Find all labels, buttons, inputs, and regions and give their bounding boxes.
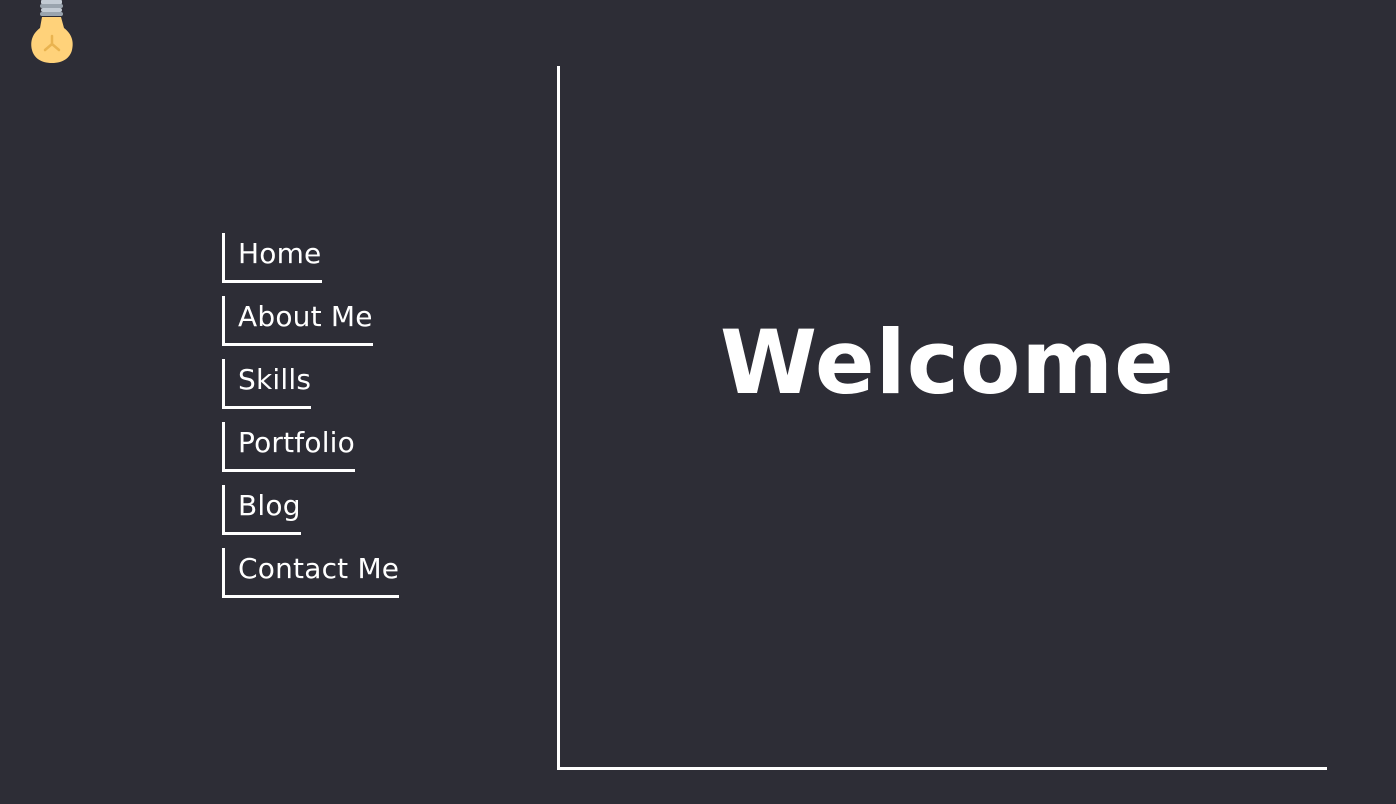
nav-link-portfolio[interactable]: Portfolio xyxy=(222,422,355,472)
content-frame xyxy=(557,66,1327,770)
welcome-heading: Welcome xyxy=(720,311,1175,414)
nav-link-contact-me[interactable]: Contact Me xyxy=(222,548,400,598)
nav-link-about-me[interactable]: About Me xyxy=(222,296,373,346)
nav-item-about-me: About Me xyxy=(222,296,399,359)
nav-item-blog: Blog xyxy=(222,485,399,548)
nav-link-skills[interactable]: Skills xyxy=(222,359,312,409)
nav-link-home[interactable]: Home xyxy=(222,233,322,283)
main-navigation: Home About Me Skills Portfolio Blog Cont… xyxy=(222,233,400,611)
nav-link-blog[interactable]: Blog xyxy=(222,485,301,535)
light-bulb-icon[interactable] xyxy=(28,0,76,66)
nav-item-home: Home xyxy=(222,233,399,296)
nav-item-skills: Skills xyxy=(222,359,399,422)
light-bulb-graphic xyxy=(31,0,73,63)
nav-item-contact-me: Contact Me xyxy=(222,548,400,611)
nav-item-portfolio: Portfolio xyxy=(222,422,399,485)
